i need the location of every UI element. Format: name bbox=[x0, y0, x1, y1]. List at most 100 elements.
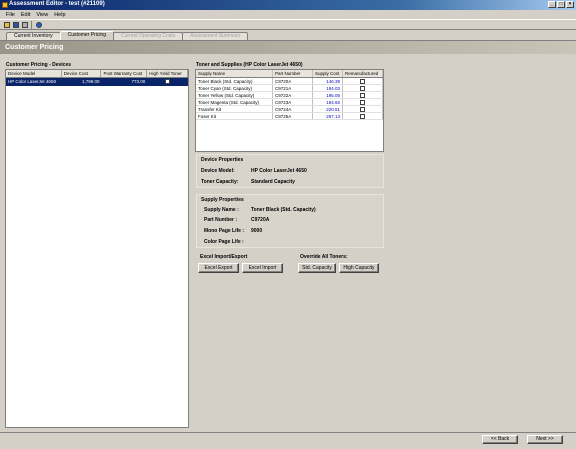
remanufactured-checkbox[interactable] bbox=[360, 79, 365, 84]
part-number-cell: C9723A bbox=[273, 99, 313, 105]
footer-divider bbox=[0, 432, 576, 433]
tab-current-operating-costs: Current Operating Costs bbox=[113, 32, 184, 40]
supply-cost-cell[interactable]: 146.39 bbox=[313, 78, 343, 84]
remanufactured-cell bbox=[343, 85, 383, 91]
supply-name-cell: Toner Magenta (Std. Capacity) bbox=[196, 99, 273, 105]
supply-cost-cell[interactable]: 220.51 bbox=[313, 106, 343, 112]
menu-view[interactable]: View bbox=[36, 12, 48, 18]
section-header: Customer Pricing bbox=[0, 40, 576, 54]
close-button[interactable]: × bbox=[566, 1, 574, 8]
device-model-value: HP Color LaserJet 4650 bbox=[251, 168, 307, 174]
table-row[interactable]: Toner Cyan (Std. Capacity) C9721A 194.03 bbox=[196, 85, 383, 92]
device-properties-panel: Device Properties Device Model: HP Color… bbox=[196, 154, 384, 188]
high-yield-cell bbox=[147, 78, 188, 86]
mono-page-life-label: Mono Page Life : bbox=[204, 228, 244, 234]
col-part-number[interactable]: Part Number bbox=[273, 70, 313, 77]
open-icon[interactable] bbox=[3, 21, 10, 28]
device-cost-cell[interactable]: 1,799.00 bbox=[62, 78, 102, 86]
col-device-cost[interactable]: Device Cost bbox=[62, 70, 102, 77]
minimize-button[interactable]: _ bbox=[548, 1, 556, 8]
menu-edit[interactable]: Edit bbox=[21, 12, 30, 18]
maximize-button[interactable]: □ bbox=[557, 1, 565, 8]
table-row[interactable]: Toner Black (Std. Capacity) C9720A 146.3… bbox=[196, 78, 383, 85]
supply-name-label: Supply Name : bbox=[204, 207, 239, 213]
supply-name-value: Toner Black (Std. Capacity) bbox=[251, 207, 316, 213]
device-properties-title: Device Properties bbox=[201, 157, 244, 163]
supply-name-cell: Toner Black (Std. Capacity) bbox=[196, 78, 273, 84]
table-row[interactable]: Fuser Kit C9725A 267.13 bbox=[196, 113, 383, 120]
mono-page-life-value: 9000 bbox=[251, 228, 263, 234]
part-number-cell: C9722A bbox=[273, 92, 313, 98]
col-supply-cost[interactable]: Supply Cost bbox=[313, 70, 343, 77]
tab-strip: Current Inventory Customer Pricing Curre… bbox=[6, 31, 249, 40]
toner-capacity-value: Standard Capacity bbox=[251, 179, 295, 185]
remanufactured-cell bbox=[343, 106, 383, 112]
part-number-cell: C9724A bbox=[273, 106, 313, 112]
excel-export-button[interactable]: Excel Export bbox=[198, 263, 239, 273]
supplies-grid: Supply Name Part Number Supply Cost Rema… bbox=[195, 69, 384, 152]
supplies-grid-header: Supply Name Part Number Supply Cost Rema… bbox=[196, 70, 383, 78]
color-page-life-label: Color Page Life : bbox=[204, 239, 244, 245]
menu-help[interactable]: Help bbox=[54, 12, 65, 18]
page-title: Customer Pricing bbox=[5, 44, 64, 51]
table-row[interactable]: HP Color LaserJet 4650 1,799.00 773.00 bbox=[6, 78, 188, 86]
supply-name-cell: Toner Yellow (Std. Capacity) bbox=[196, 92, 273, 98]
window-title: Assessment Editor - test (#21109) bbox=[9, 1, 105, 7]
part-number-label: Part Number : bbox=[204, 217, 238, 223]
toner-capacity-label: Toner Capacity: bbox=[201, 179, 239, 185]
toolbar bbox=[0, 19, 576, 30]
help-icon[interactable] bbox=[35, 21, 42, 28]
std-capacity-button[interactable]: Std. Capacity bbox=[298, 263, 336, 273]
print-icon[interactable] bbox=[21, 21, 28, 28]
table-row[interactable]: Toner Magenta (Std. Capacity) C9723A 194… bbox=[196, 99, 383, 106]
override-section-title: Override All Toners: bbox=[300, 254, 348, 260]
table-row[interactable]: Toner Yellow (Std. Capacity) C9722A 195.… bbox=[196, 92, 383, 99]
supply-cost-cell[interactable]: 267.13 bbox=[313, 113, 343, 119]
menu-bar: File Edit View Help bbox=[0, 10, 576, 19]
supply-cost-cell[interactable]: 194.03 bbox=[313, 85, 343, 91]
remanufactured-cell bbox=[343, 99, 383, 105]
save-icon[interactable] bbox=[12, 21, 19, 28]
next-button[interactable]: Next >> bbox=[527, 435, 563, 444]
menu-file[interactable]: File bbox=[6, 12, 15, 18]
supply-name-cell: Toner Cyan (Std. Capacity) bbox=[196, 85, 273, 91]
supplies-label: Toner and Supplies (HP Color LaserJet 46… bbox=[196, 62, 303, 68]
high-capacity-button[interactable]: High Capacity bbox=[339, 263, 379, 273]
devices-label: Customer Pricing - Devices bbox=[6, 62, 72, 68]
col-device-model[interactable]: Device Model bbox=[6, 70, 62, 77]
table-row[interactable]: Transfer Kit C9724A 220.51 bbox=[196, 106, 383, 113]
part-number-cell: C9720A bbox=[273, 78, 313, 84]
tab-current-inventory[interactable]: Current Inventory bbox=[6, 32, 61, 40]
supply-name-cell: Fuser Kit bbox=[196, 113, 273, 119]
col-high-yield-toner[interactable]: High Yield Toner bbox=[147, 70, 188, 77]
title-bar: Assessment Editor - test (#21109) _ □ × bbox=[0, 0, 576, 10]
high-yield-checkbox[interactable] bbox=[165, 79, 171, 85]
remanufactured-checkbox[interactable] bbox=[360, 107, 365, 112]
remanufactured-cell bbox=[343, 78, 383, 84]
supply-cost-cell[interactable]: 194.92 bbox=[313, 99, 343, 105]
app-icon bbox=[2, 2, 8, 8]
excel-section-title: Excel Import/Export bbox=[200, 254, 248, 260]
col-supply-name[interactable]: Supply Name bbox=[196, 70, 273, 77]
part-number-value: C9720A bbox=[251, 217, 270, 223]
col-post-warranty-cost[interactable]: Post Warranty Cost bbox=[101, 70, 148, 77]
remanufactured-checkbox[interactable] bbox=[360, 93, 365, 98]
device-model-cell: HP Color LaserJet 4650 bbox=[8, 79, 56, 84]
post-warranty-cost-cell[interactable]: 773.00 bbox=[101, 78, 147, 86]
remanufactured-checkbox[interactable] bbox=[360, 114, 365, 119]
remanufactured-cell bbox=[343, 113, 383, 119]
devices-grid-header: Device Model Device Cost Post Warranty C… bbox=[6, 70, 188, 78]
devices-grid: Device Model Device Cost Post Warranty C… bbox=[5, 69, 189, 428]
toolbar-separator bbox=[31, 20, 32, 29]
supply-properties-title: Supply Properties bbox=[201, 197, 244, 203]
excel-import-button[interactable]: Excel Import bbox=[242, 263, 283, 273]
part-number-cell: C9725A bbox=[273, 113, 313, 119]
back-button[interactable]: << Back bbox=[482, 435, 518, 444]
remanufactured-checkbox[interactable] bbox=[360, 100, 365, 105]
remanufactured-checkbox[interactable] bbox=[360, 86, 365, 91]
supply-name-cell: Transfer Kit bbox=[196, 106, 273, 112]
supply-cost-cell[interactable]: 195.05 bbox=[313, 92, 343, 98]
tab-customer-pricing[interactable]: Customer Pricing bbox=[59, 31, 114, 40]
remanufactured-cell bbox=[343, 92, 383, 98]
col-remanufactured[interactable]: Remanufactured bbox=[343, 70, 383, 77]
